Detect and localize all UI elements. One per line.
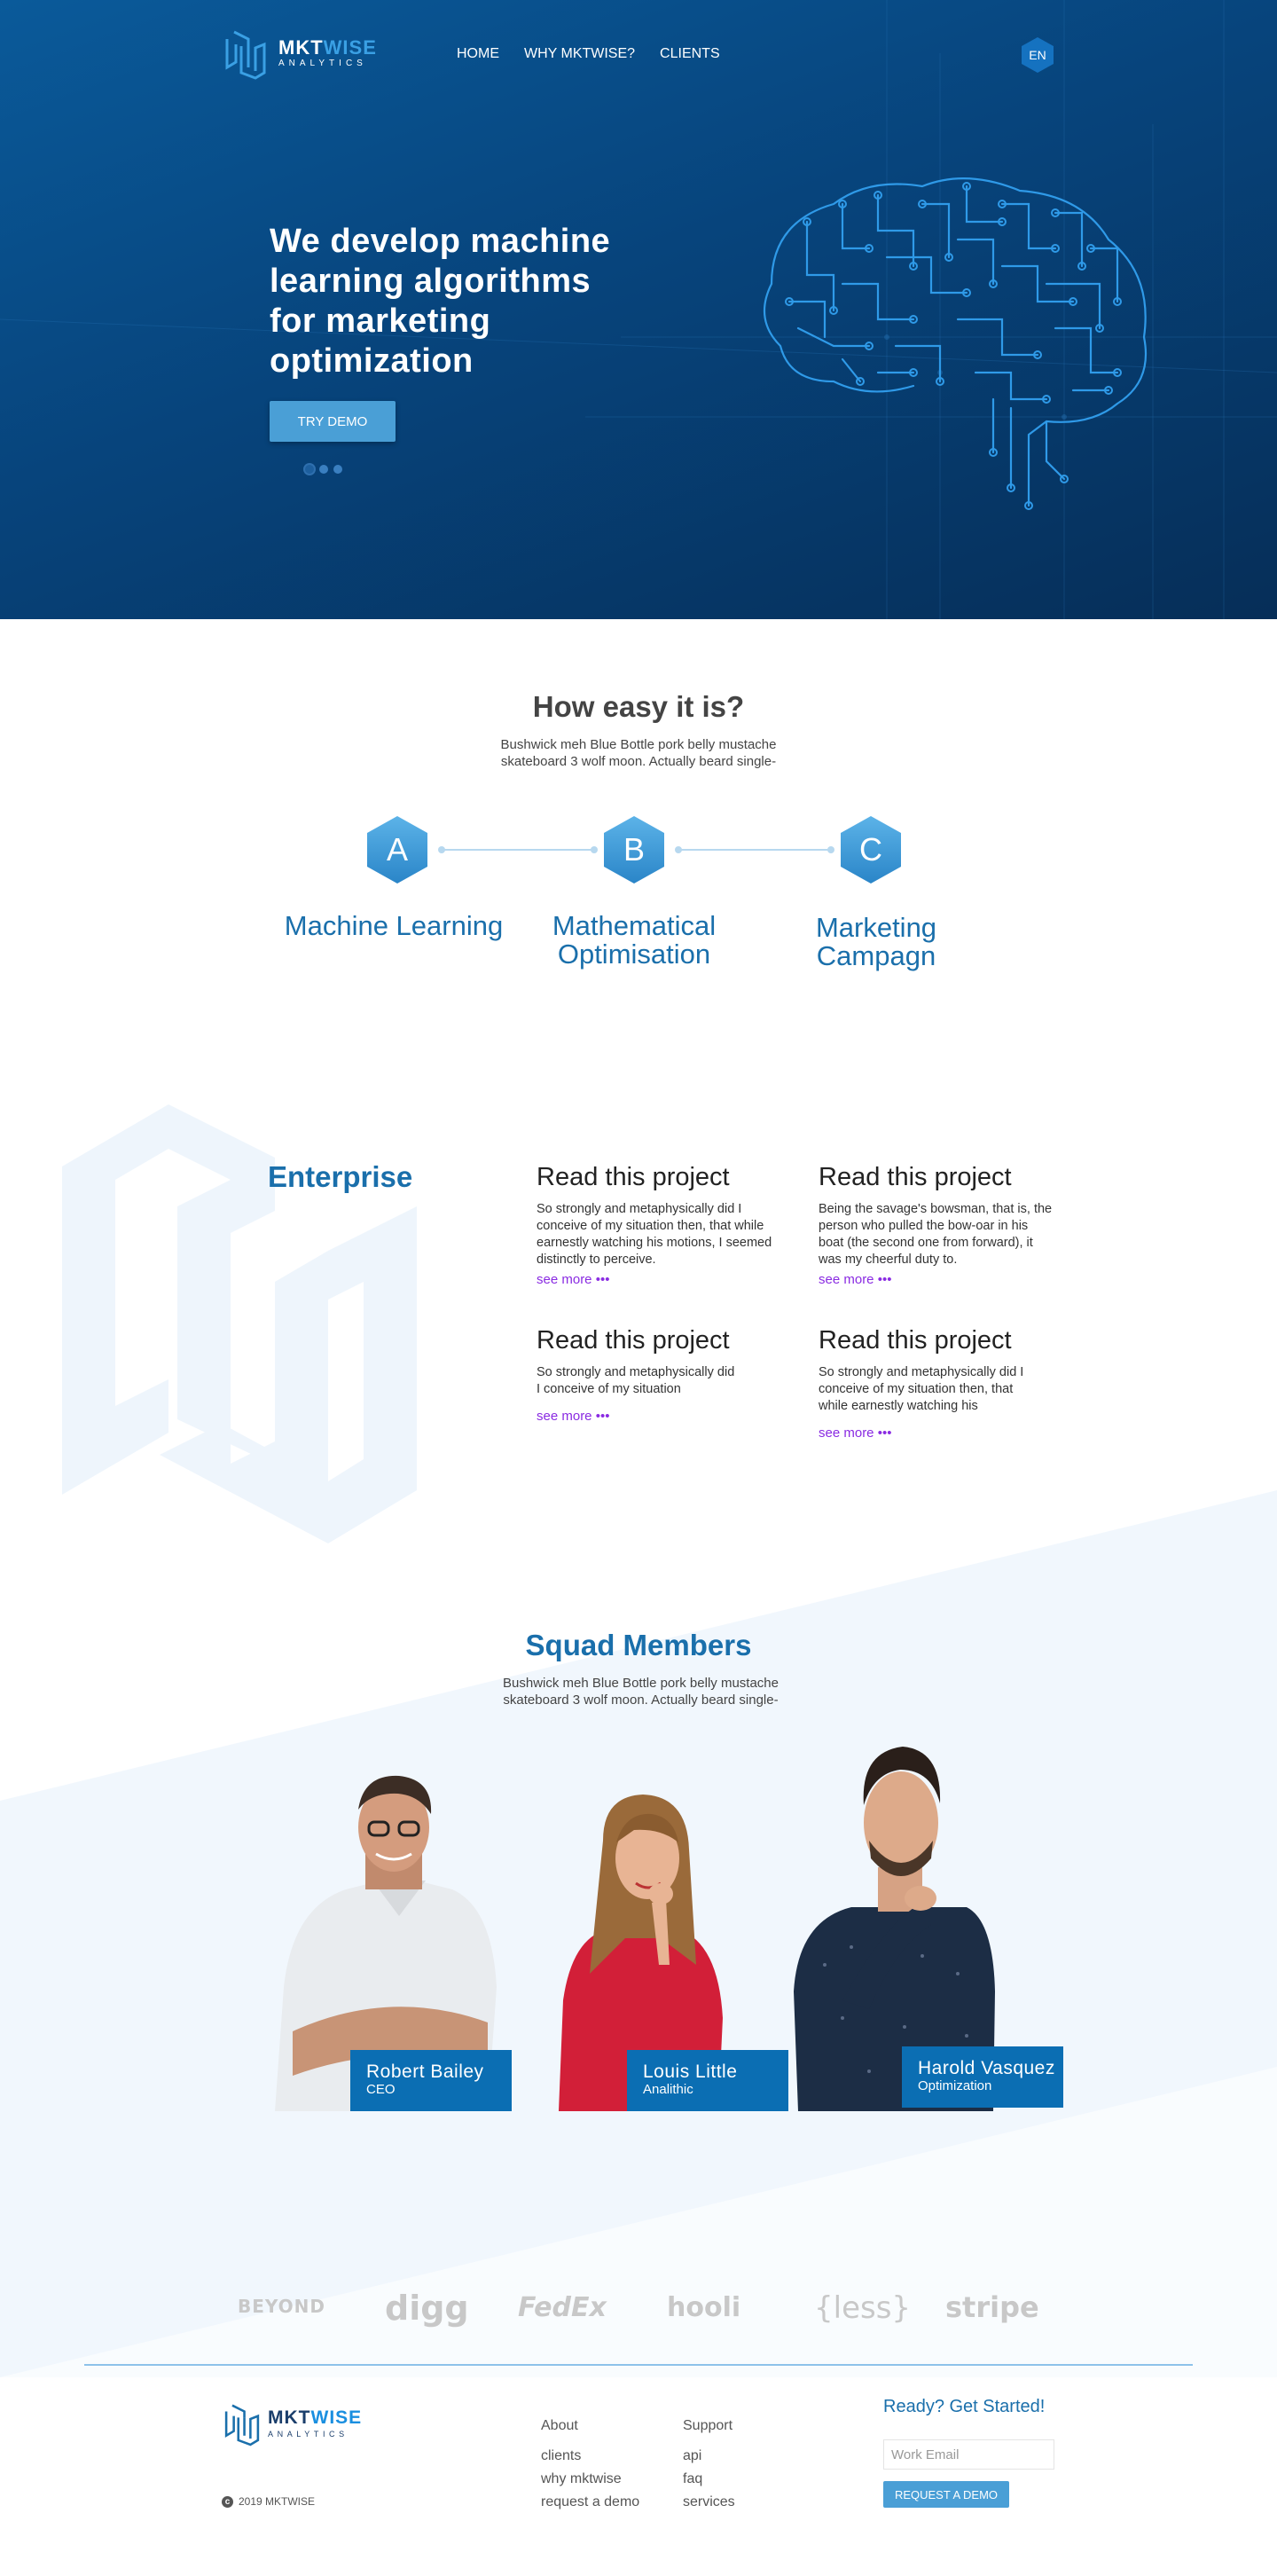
client-logo-fedex: FedEx xyxy=(518,2292,607,2323)
footer-logo[interactable]: MKTWISE ANALYTICS xyxy=(222,2402,362,2446)
client-logos: BEYOND digg FedEx hooli {less} stripe xyxy=(0,2289,1277,2333)
slider-dots xyxy=(305,465,342,474)
client-logo-hooli: hooli xyxy=(667,2292,741,2323)
project-title: Read this project xyxy=(537,1326,730,1355)
copyright-text: 2019 MKTWISE xyxy=(239,2495,316,2508)
logo-brand: MKTWISE xyxy=(268,2407,363,2428)
project-title: Read this project xyxy=(819,1163,1012,1191)
main-nav: HOME WHY MKTWISE? CLIENTS xyxy=(457,46,745,62)
footer-link-why-mktwise[interactable]: why mktwise xyxy=(541,2468,639,2491)
member-name: Robert Bailey xyxy=(366,2062,484,2082)
copyright: c 2019 MKTWISE xyxy=(222,2495,315,2508)
how-easy-title: How easy it is? xyxy=(532,690,745,723)
logo[interactable]: MKTWISE ANALYTICS xyxy=(222,28,377,80)
see-more-link[interactable]: see more ••• xyxy=(819,1425,891,1441)
enterprise-title: Enterprise xyxy=(268,1160,413,1193)
project-text: Being the savage's bowsman, that is, the… xyxy=(819,1202,1053,1267)
slider-dot-2[interactable] xyxy=(319,465,328,474)
nav-home[interactable]: HOME xyxy=(457,46,499,62)
footer-about-heading: About xyxy=(541,2418,578,2433)
client-logo-less: {less} xyxy=(814,2290,912,2326)
footer-link-faq[interactable]: faq xyxy=(683,2468,735,2491)
member-role: Optimization xyxy=(918,2078,992,2093)
client-logo-digg: digg xyxy=(385,2289,469,2328)
member-card-harold: Harold Vasquez Optimization xyxy=(789,1734,1064,2111)
circuit-brain-illustration xyxy=(763,177,1148,510)
work-email-input[interactable] xyxy=(883,2439,1054,2470)
client-logo-beyond: BEYOND xyxy=(238,2296,326,2317)
project-card-3: Read this project So strongly and metaph… xyxy=(537,1325,740,1425)
project-title: Read this project xyxy=(537,1163,730,1191)
see-more-link[interactable]: see more ••• xyxy=(819,1272,891,1287)
project-card-2: Read this project Being the savage's bow… xyxy=(819,1162,1054,1288)
logo-subtitle: ANALYTICS xyxy=(278,59,367,68)
logo-subtitle: ANALYTICS xyxy=(268,2430,349,2439)
client-logo-stripe: stripe xyxy=(945,2290,1039,2324)
how-easy-description: Bushwick meh Blue Bottle pork belly must… xyxy=(500,737,777,769)
language-selector[interactable]: EN xyxy=(1020,35,1055,75)
footer-link-api[interactable]: api xyxy=(683,2445,735,2468)
logo-brand: MKTWISE xyxy=(278,36,377,59)
squad-description: Bushwick meh Blue Bottle pork belly must… xyxy=(503,1676,779,1708)
project-text: So strongly and metaphysically did I con… xyxy=(819,1365,1024,1413)
member-role: Analithic xyxy=(643,2082,693,2097)
hero-section: MKTWISE ANALYTICS HOME WHY MKTWISE? CLIE… xyxy=(0,0,1277,619)
member-name-card: Robert Bailey CEO xyxy=(350,2050,512,2111)
footer-link-services[interactable]: services xyxy=(683,2491,735,2514)
request-demo-button[interactable]: REQUEST A DEMO xyxy=(883,2481,1009,2508)
member-name: Harold Vasquez xyxy=(918,2058,1055,2078)
project-text: So strongly and metaphysically did I con… xyxy=(537,1202,772,1267)
step-b-letter: B xyxy=(623,831,645,868)
cta-title: Ready? Get Started! xyxy=(883,2397,1046,2416)
slider-dot-1[interactable] xyxy=(305,465,314,474)
footer-link-request-demo[interactable]: request a demo xyxy=(541,2491,639,2514)
slider-dot-3[interactable] xyxy=(333,465,342,474)
member-card-louis: Louis Little Analithic xyxy=(519,1787,789,2111)
logo-mark-icon xyxy=(225,30,266,80)
try-demo-button[interactable]: TRY DEMO xyxy=(270,401,396,442)
step-b-label: Mathematical Optimisation xyxy=(552,910,717,970)
logo-mark-icon xyxy=(224,2404,260,2446)
project-title: Read this project xyxy=(819,1326,1012,1355)
see-more-link[interactable]: see more ••• xyxy=(537,1409,609,1424)
language-label: EN xyxy=(1029,48,1046,62)
member-name: Louis Little xyxy=(643,2062,738,2082)
footer-link-clients[interactable]: clients xyxy=(541,2445,639,2468)
see-more-link[interactable]: see more ••• xyxy=(537,1272,609,1287)
background-logo-watermark xyxy=(62,1104,417,1543)
project-card-1: Read this project So strongly and metaph… xyxy=(537,1162,776,1288)
step-a-hexagon: A xyxy=(365,814,429,885)
member-role: CEO xyxy=(366,2082,396,2097)
hero-title: We develop machine learning algorithms f… xyxy=(270,223,611,380)
step-a-label: Machine Learning xyxy=(284,910,504,941)
footer-support-heading: Support xyxy=(683,2418,733,2433)
step-c-label: Marketing Campagn xyxy=(815,912,937,971)
project-card-4: Read this project So strongly and metaph… xyxy=(819,1325,1040,1441)
nav-why-mktwise[interactable]: WHY MKTWISE? xyxy=(524,46,635,62)
step-c-hexagon: C xyxy=(839,814,903,885)
step-b-hexagon: B xyxy=(602,814,666,885)
nav-clients[interactable]: CLIENTS xyxy=(660,46,720,62)
member-name-card: Harold Vasquez Optimization xyxy=(902,2046,1063,2108)
member-name-card: Louis Little Analithic xyxy=(627,2050,788,2111)
step-connector-1 xyxy=(438,846,598,853)
footer-divider xyxy=(84,2364,1193,2366)
footer-support-column: Support api faq services xyxy=(683,2418,735,2514)
footer-about-column: About clients why mktwise request a demo xyxy=(541,2418,639,2514)
step-a-letter: A xyxy=(386,831,408,868)
squad-title: Squad Members xyxy=(525,1629,752,1661)
copyright-icon: c xyxy=(222,2495,233,2508)
step-c-letter: C xyxy=(859,831,882,868)
member-card-robert: Robert Bailey CEO xyxy=(266,1756,514,2111)
project-text: So strongly and metaphysically did I con… xyxy=(537,1365,735,1396)
step-connector-2 xyxy=(675,846,834,853)
